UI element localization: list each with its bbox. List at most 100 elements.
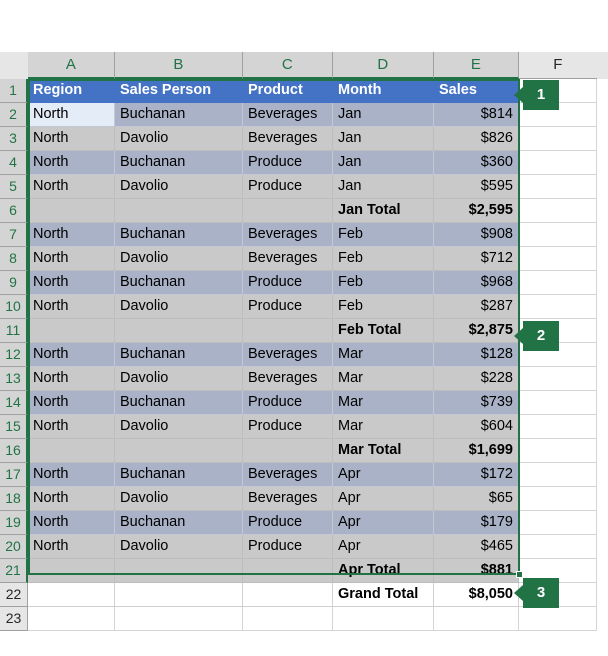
- row-header-9[interactable]: 9: [0, 271, 28, 295]
- cell-c19[interactable]: Produce: [243, 511, 333, 535]
- cell-e20[interactable]: $465: [434, 535, 519, 559]
- cell-f13[interactable]: [519, 367, 597, 391]
- row-header-23[interactable]: 23: [0, 607, 28, 631]
- cell-f23[interactable]: [519, 607, 597, 631]
- cell-f14[interactable]: [519, 391, 597, 415]
- cell-c16[interactable]: [243, 439, 333, 463]
- row-header-11[interactable]: 11: [0, 319, 28, 343]
- cell-a22[interactable]: [28, 583, 115, 607]
- row-header-15[interactable]: 15: [0, 415, 28, 439]
- cell-b9[interactable]: Buchanan: [115, 271, 243, 295]
- table-header-e[interactable]: Sales: [434, 79, 519, 103]
- cell-d3[interactable]: Jan: [333, 127, 434, 151]
- cell-b23[interactable]: [115, 607, 243, 631]
- cell-a23[interactable]: [28, 607, 115, 631]
- row-header-2[interactable]: 2: [0, 103, 28, 127]
- cell-f9[interactable]: [519, 271, 597, 295]
- cell-e2[interactable]: $814: [434, 103, 519, 127]
- cell-f17[interactable]: [519, 463, 597, 487]
- cell-c18[interactable]: Beverages: [243, 487, 333, 511]
- row-header-18[interactable]: 18: [0, 487, 28, 511]
- cell-f10[interactable]: [519, 295, 597, 319]
- cell-b21[interactable]: [115, 559, 243, 583]
- cell-e7[interactable]: $908: [434, 223, 519, 247]
- column-header-d[interactable]: D: [333, 52, 434, 79]
- cell-b3[interactable]: Davolio: [115, 127, 243, 151]
- cell-a20[interactable]: North: [28, 535, 115, 559]
- cell-a13[interactable]: North: [28, 367, 115, 391]
- cell-c8[interactable]: Beverages: [243, 247, 333, 271]
- cell-e11[interactable]: $2,875: [434, 319, 519, 343]
- cell-b5[interactable]: Davolio: [115, 175, 243, 199]
- cell-d12[interactable]: Mar: [333, 343, 434, 367]
- column-header-f[interactable]: F: [519, 52, 597, 79]
- cell-a15[interactable]: North: [28, 415, 115, 439]
- cell-d5[interactable]: Jan: [333, 175, 434, 199]
- cell-e21[interactable]: $881: [434, 559, 519, 583]
- row-header-8[interactable]: 8: [0, 247, 28, 271]
- cell-a11[interactable]: [28, 319, 115, 343]
- cell-e10[interactable]: $287: [434, 295, 519, 319]
- cell-d2[interactable]: Jan: [333, 103, 434, 127]
- cell-c3[interactable]: Beverages: [243, 127, 333, 151]
- cell-d21[interactable]: Apr Total: [333, 559, 434, 583]
- row-header-22[interactable]: 22: [0, 583, 28, 607]
- cell-b10[interactable]: Davolio: [115, 295, 243, 319]
- row-header-17[interactable]: 17: [0, 463, 28, 487]
- table-header-d[interactable]: Month: [333, 79, 434, 103]
- cell-e4[interactable]: $360: [434, 151, 519, 175]
- row-header-10[interactable]: 10: [0, 295, 28, 319]
- row-header-7[interactable]: 7: [0, 223, 28, 247]
- cell-d14[interactable]: Mar: [333, 391, 434, 415]
- cell-d16[interactable]: Mar Total: [333, 439, 434, 463]
- cell-b8[interactable]: Davolio: [115, 247, 243, 271]
- cell-c15[interactable]: Produce: [243, 415, 333, 439]
- cell-b19[interactable]: Buchanan: [115, 511, 243, 535]
- row-header-19[interactable]: 19: [0, 511, 28, 535]
- cell-a18[interactable]: North: [28, 487, 115, 511]
- cell-b17[interactable]: Buchanan: [115, 463, 243, 487]
- cell-f7[interactable]: [519, 223, 597, 247]
- cell-c12[interactable]: Beverages: [243, 343, 333, 367]
- cell-c7[interactable]: Beverages: [243, 223, 333, 247]
- cell-d23[interactable]: [333, 607, 434, 631]
- cell-b22[interactable]: [115, 583, 243, 607]
- cell-e15[interactable]: $604: [434, 415, 519, 439]
- cell-f6[interactable]: [519, 199, 597, 223]
- row-header-20[interactable]: 20: [0, 535, 28, 559]
- row-header-14[interactable]: 14: [0, 391, 28, 415]
- cell-a16[interactable]: [28, 439, 115, 463]
- cell-c6[interactable]: [243, 199, 333, 223]
- cell-d13[interactable]: Mar: [333, 367, 434, 391]
- cell-e18[interactable]: $65: [434, 487, 519, 511]
- column-header-e[interactable]: E: [434, 52, 519, 79]
- cell-f18[interactable]: [519, 487, 597, 511]
- fill-handle[interactable]: [516, 571, 523, 578]
- cell-e5[interactable]: $595: [434, 175, 519, 199]
- cell-b7[interactable]: Buchanan: [115, 223, 243, 247]
- row-header-12[interactable]: 12: [0, 343, 28, 367]
- cell-e16[interactable]: $1,699: [434, 439, 519, 463]
- table-header-b[interactable]: Sales Person: [115, 79, 243, 103]
- cell-a2[interactable]: North: [28, 103, 115, 127]
- column-header-b[interactable]: B: [115, 52, 243, 79]
- cell-e6[interactable]: $2,595: [434, 199, 519, 223]
- cell-c5[interactable]: Produce: [243, 175, 333, 199]
- cell-b13[interactable]: Davolio: [115, 367, 243, 391]
- cell-f8[interactable]: [519, 247, 597, 271]
- row-header-4[interactable]: 4: [0, 151, 28, 175]
- cell-c21[interactable]: [243, 559, 333, 583]
- row-header-6[interactable]: 6: [0, 199, 28, 223]
- cell-f5[interactable]: [519, 175, 597, 199]
- cell-d22[interactable]: Grand Total: [333, 583, 434, 607]
- cell-f16[interactable]: [519, 439, 597, 463]
- row-header-13[interactable]: 13: [0, 367, 28, 391]
- cell-c23[interactable]: [243, 607, 333, 631]
- cell-e12[interactable]: $128: [434, 343, 519, 367]
- cell-a5[interactable]: North: [28, 175, 115, 199]
- column-header-c[interactable]: C: [243, 52, 333, 79]
- cell-b14[interactable]: Buchanan: [115, 391, 243, 415]
- cell-d10[interactable]: Feb: [333, 295, 434, 319]
- cell-c9[interactable]: Produce: [243, 271, 333, 295]
- spreadsheet-grid[interactable]: A B C D E F 1 Region Sales Person Product Mo…: [0, 0, 608, 656]
